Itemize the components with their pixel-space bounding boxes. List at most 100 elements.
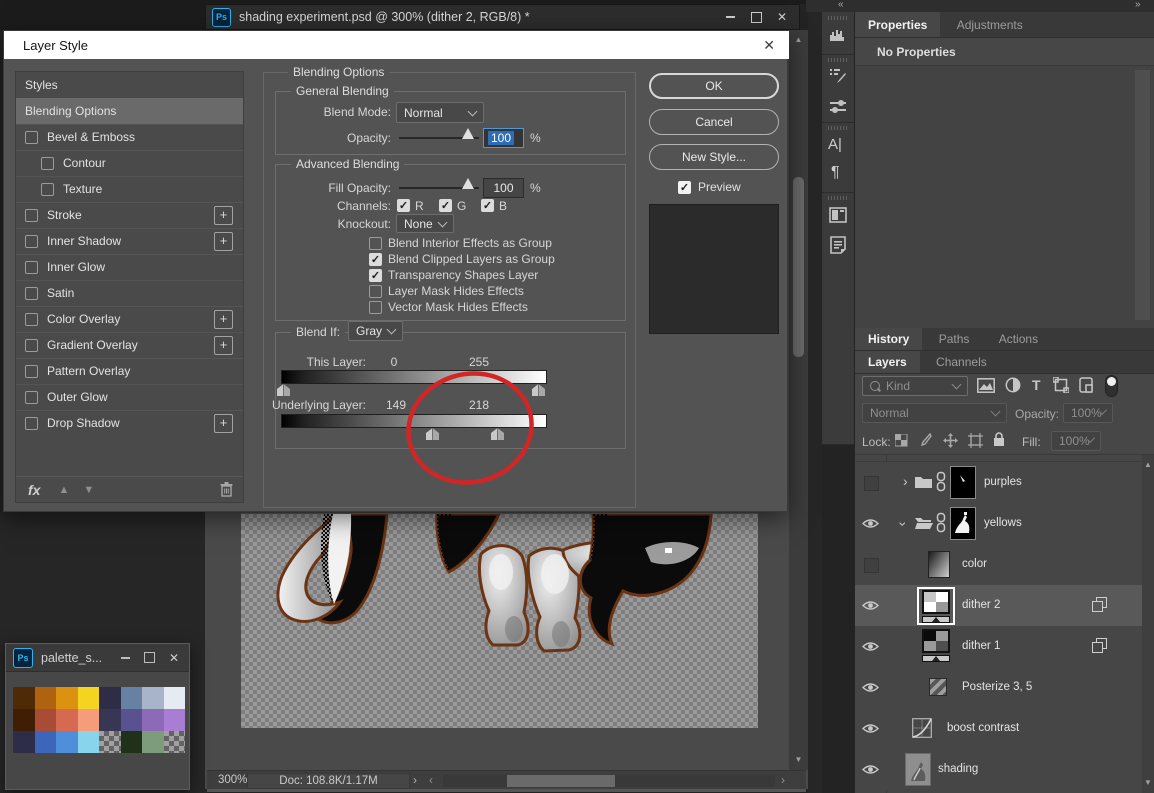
layer-name[interactable]: shading [938,763,978,775]
styles-list-item-selected[interactable]: Blending Options [16,98,243,125]
color-swatch[interactable] [56,731,78,753]
layer-thumbnail[interactable] [929,678,947,696]
color-swatch[interactable] [164,731,186,753]
knockout-select[interactable]: None [396,214,454,233]
ok-button[interactable]: OK [649,73,779,99]
styles-list-item[interactable]: Inner Shadow+ [16,228,243,255]
group-expander-icon[interactable]: › [903,473,908,489]
group-expander-icon[interactable]: › [895,522,911,527]
maximize-button[interactable] [743,8,769,26]
channel-r-checkbox[interactable]: ✓ [397,199,410,212]
filter-type-layers-icon[interactable]: T [1032,377,1041,393]
layer-name[interactable]: dither 2 [962,599,1000,611]
layer-row[interactable]: › purples [855,462,1142,504]
visibility-eye-icon[interactable] [862,518,879,529]
color-swatch[interactable] [35,731,57,753]
layer-row[interactable]: shading [855,749,1142,790]
color-swatch[interactable] [99,709,121,731]
visibility-eye-icon[interactable] [862,600,879,611]
blend-if-select[interactable]: Gray [348,321,403,341]
close-button[interactable]: ✕ [769,8,795,26]
add-effect-icon[interactable]: + [214,310,233,329]
vertical-scrollbar[interactable]: ▲ ▼ [789,30,808,770]
color-swatch[interactable] [13,731,35,753]
color-swatch[interactable] [35,709,57,731]
layer-thumbnail[interactable] [928,551,950,578]
lock-all-icon[interactable] [993,432,1005,447]
preview-checkbox[interactable]: ✓ [678,181,691,194]
color-swatch[interactable] [164,687,186,709]
add-effect-icon[interactable]: + [214,336,233,355]
add-effect-icon[interactable]: + [214,232,233,251]
color-swatch[interactable] [121,731,143,753]
color-swatch[interactable] [164,709,186,731]
color-swatch[interactable] [78,687,100,709]
layer-name[interactable]: boost contrast [947,722,1019,734]
layer-thumbnail[interactable] [922,590,950,614]
status-chevron-icon[interactable]: › [413,773,417,787]
tab-adjustments[interactable]: Adjustments [944,12,1036,37]
tab-channels[interactable]: Channels [923,351,1000,373]
color-swatch[interactable] [56,687,78,709]
delete-effect-icon[interactable] [220,482,233,497]
layer-opacity-select[interactable]: 100% [1063,403,1113,423]
layer-name[interactable]: color [962,558,987,570]
paragraph-panel-icon[interactable]: ¶ [831,164,840,182]
fill-opacity-field[interactable]: 100 [483,178,524,198]
notes-icon[interactable] [829,236,847,254]
layer-row[interactable]: dither 1 [855,626,1142,668]
horizontal-scrollbar[interactable] [443,775,775,787]
styles-list-item[interactable]: Outer Glow [16,384,243,411]
layers-scroll-up-icon[interactable]: ▲ [1142,461,1154,469]
opacity-slider-thumb[interactable] [462,128,474,139]
filter-kind-select[interactable]: Kind [862,376,968,396]
style-checkbox[interactable] [25,391,38,404]
layer-blend-mode-select[interactable]: Normal [862,403,1007,423]
style-checkbox[interactable] [25,131,38,144]
add-effect-icon[interactable]: + [214,206,233,225]
tab-layers[interactable]: Layers [855,351,920,373]
color-swatch[interactable] [78,709,100,731]
color-swatch[interactable] [99,731,121,753]
visibility-toggle-off[interactable] [864,476,879,491]
dialog-titlebar[interactable]: Layer Style ✕ [4,31,789,59]
styles-list-item[interactable]: Inner Glow [16,254,243,281]
tab-actions[interactable]: Actions [986,328,1051,350]
styles-list-item[interactable]: Drop Shadow+ [16,410,243,436]
layer-thumbnail[interactable] [905,753,931,786]
styles-list-item[interactable]: Styles [16,72,243,99]
fx-menu-button[interactable]: fx [28,482,40,498]
filter-toggle[interactable] [1105,375,1118,397]
brush-settings-icon[interactable] [829,67,847,85]
visibility-eye-icon[interactable] [862,641,879,652]
expand-panels-icon[interactable]: » [1135,0,1141,10]
canvas[interactable] [241,513,758,728]
hscroll-right-arrow[interactable]: › [781,773,785,787]
vector-mask-hides-checkbox[interactable] [369,301,382,314]
lock-pixels-icon[interactable] [918,433,932,448]
layer-name[interactable]: purples [984,476,1022,488]
maximize-button[interactable] [137,649,161,667]
styles-list-item[interactable]: Bevel & Emboss [16,124,243,151]
collapse-panels-icon[interactable]: « [838,0,844,10]
tab-paths[interactable]: Paths [926,328,983,350]
lock-position-icon[interactable] [943,433,958,448]
style-checkbox[interactable] [25,417,38,430]
vertical-scrollbar-thumb[interactable] [793,177,804,357]
styles-list-item[interactable]: Gradient Overlay+ [16,332,243,359]
fill-opacity-slider-thumb[interactable] [462,178,474,189]
color-swatch[interactable] [142,709,164,731]
blend-interior-checkbox[interactable] [369,237,382,250]
histogram-icon[interactable] [829,26,847,44]
styles-list-item[interactable]: Satin [16,280,243,307]
style-checkbox[interactable] [25,235,38,248]
close-button[interactable]: ✕ [161,649,187,667]
vscroll-up-arrow[interactable]: ▲ [789,36,808,44]
tab-properties[interactable]: Properties [855,12,940,37]
layer-thumbnail[interactable] [950,507,976,540]
move-effect-down-icon[interactable]: ▼ [83,484,94,496]
minimize-button[interactable] [717,8,743,26]
layer-name[interactable]: yellows [984,517,1022,529]
channel-g-checkbox[interactable]: ✓ [439,199,452,212]
horizontal-scrollbar-thumb[interactable] [507,775,615,787]
